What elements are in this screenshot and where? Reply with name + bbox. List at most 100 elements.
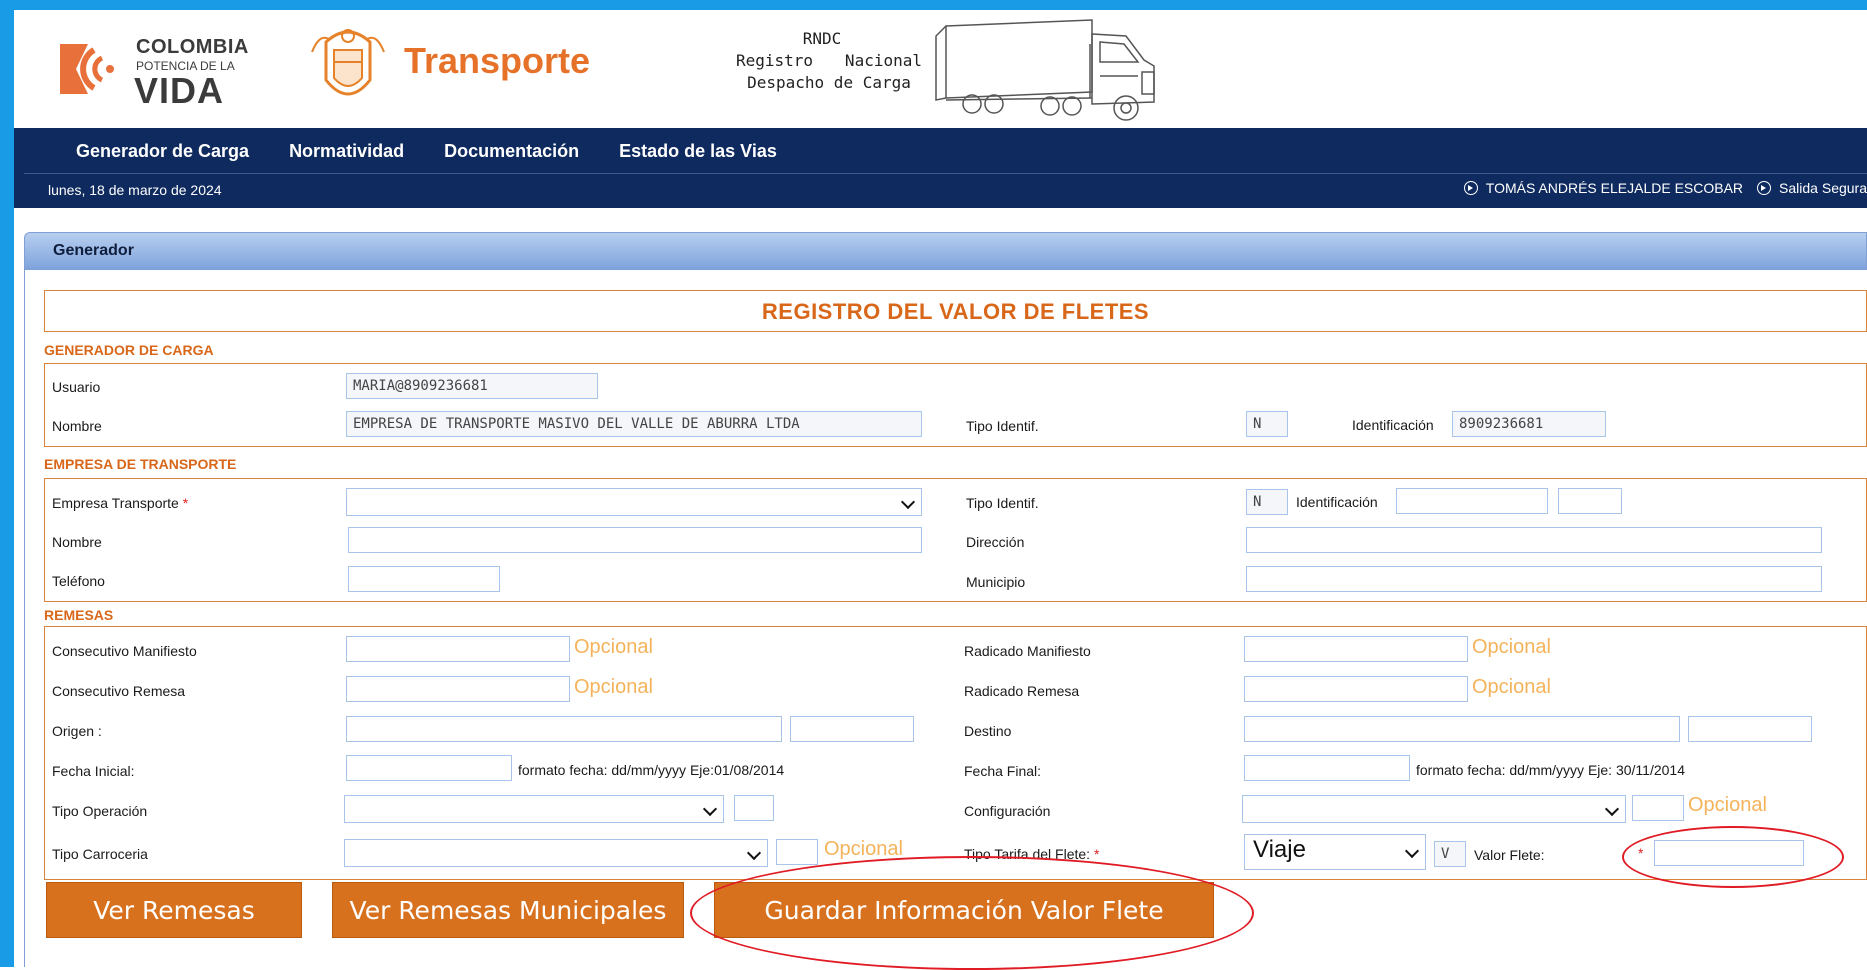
optional-hint: Opcional (1472, 636, 1551, 658)
identificacion-field[interactable]: 8909236681 (1452, 411, 1606, 437)
origen-label: Origen : (52, 723, 102, 739)
empresa-transporte-select[interactable] (346, 488, 922, 516)
destino-code-field[interactable] (1688, 716, 1812, 742)
guardar-valor-flete-button[interactable]: Guardar Información Valor Flete (714, 882, 1214, 938)
chevron-down-icon (900, 494, 916, 510)
optional-hint: Opcional (1472, 676, 1551, 698)
empresa-tipo-identif-label: Tipo Identif. (966, 495, 1039, 511)
tipo-tarifa-select[interactable]: Viaje (1244, 834, 1426, 870)
origen-code-field[interactable] (790, 716, 914, 742)
optional-hint: Opcional (824, 838, 903, 860)
nav-divider (24, 173, 1867, 174)
identificacion-label: Identificación (1352, 417, 1434, 433)
window-frame-top (0, 0, 1867, 10)
form-title: REGISTRO DEL VALOR DE FLETES (761, 299, 1150, 324)
tipo-tarifa-code[interactable]: V (1434, 841, 1466, 867)
chevron-down-icon (702, 801, 718, 817)
tipo-carroceria-label: Tipo Carroceria (52, 846, 148, 862)
colombia-logo: COLOMBIA POTENCIA DE LA VIDA (50, 30, 280, 114)
consec-manifiesto-field[interactable] (346, 636, 570, 662)
fecha-final-field[interactable] (1244, 755, 1410, 781)
section-remesas-label: REMESAS (44, 607, 114, 623)
required-mark: * (1638, 845, 1644, 861)
logo-text-vida: VIDA (134, 70, 225, 111)
window-frame-left (0, 0, 14, 967)
section-generador-label: GENERADOR DE CARGA (44, 342, 214, 358)
fecha-final-label: Fecha Final: (964, 763, 1042, 779)
optional-hint: Opcional (574, 636, 653, 658)
nav-item-generador[interactable]: Generador de Carga (76, 141, 249, 162)
tipo-operacion-label: Tipo Operación (52, 803, 148, 819)
empresa-tipo-identif-field[interactable]: N (1246, 489, 1288, 515)
usuario-field[interactable]: MARIA@8909236681 (346, 373, 598, 399)
consec-remesa-field[interactable] (346, 676, 570, 702)
nombre-label: Nombre (52, 418, 102, 434)
required-mark: * (182, 495, 189, 511)
configuracion-code[interactable] (1632, 795, 1684, 821)
valor-flete-field[interactable] (1654, 840, 1804, 866)
configuracion-select[interactable] (1242, 795, 1626, 823)
nombre-field[interactable]: EMPRESA DE TRANSPORTE MASIVO DEL VALLE D… (346, 411, 922, 437)
main-navigation: Generador de Carga Normatividad Document… (14, 128, 1867, 208)
panel-title: Generador (53, 242, 134, 259)
optional-hint: Opcional (574, 676, 653, 698)
radicado-manifiesto-field[interactable] (1244, 636, 1468, 662)
rndc-line-3: Despacho de Carga (747, 73, 911, 92)
logo-text-colombia: COLOMBIA (136, 36, 249, 58)
municipio-field[interactable] (1246, 566, 1822, 592)
tipo-identif-field[interactable]: N (1246, 411, 1288, 437)
tipo-carroceria-select[interactable] (344, 839, 768, 867)
fecha-final-hint: formato fecha: dd/mm/yyyy Eje: 30/11/201… (1416, 762, 1685, 778)
fecha-inicial-label: Fecha Inicial: (52, 763, 135, 779)
nav-menu: Generador de Carga Normatividad Document… (14, 128, 777, 174)
empresa-nombre-field[interactable] (348, 527, 922, 553)
empresa-transporte-label: Empresa Transporte * (52, 495, 188, 511)
section-remesas (44, 626, 1867, 880)
ver-remesas-button[interactable]: Ver Remesas (46, 882, 302, 938)
origen-field[interactable] (346, 716, 782, 742)
radicado-remesa-field[interactable] (1244, 676, 1468, 702)
section-empresa-label: EMPRESA DE TRANSPORTE (44, 456, 237, 472)
tipo-carroceria-code[interactable] (776, 839, 818, 865)
configuracion-label: Configuración (964, 803, 1051, 819)
direccion-field[interactable] (1246, 527, 1822, 553)
tipo-identif-label: Tipo Identif. (966, 418, 1039, 434)
arrow-circle-icon (1463, 181, 1478, 195)
panel-header: Generador (24, 232, 1867, 270)
logout-icon (1757, 181, 1772, 195)
site-header: COLOMBIA POTENCIA DE LA VIDA Transporte … (14, 10, 1867, 128)
empresa-transporte-label-text: Empresa Transporte (52, 495, 179, 511)
ver-remesas-municipales-button[interactable]: Ver Remesas Municipales (332, 882, 684, 938)
fecha-inicial-field[interactable] (346, 755, 512, 781)
truck-illustration-icon (935, 19, 1155, 121)
empresa-identificacion-field[interactable] (1396, 488, 1548, 514)
destino-label: Destino (964, 723, 1012, 739)
empresa-nombre-label: Nombre (52, 534, 102, 550)
radicado-remesa-label: Radicado Remesa (964, 683, 1080, 699)
consec-manifiesto-label: Consecutivo Manifiesto (52, 643, 197, 659)
nav-item-documentacion[interactable]: Documentación (444, 141, 579, 162)
direccion-label: Dirección (966, 534, 1025, 550)
chevron-down-icon (746, 845, 762, 861)
required-mark: * (1093, 846, 1100, 862)
telefono-field[interactable] (348, 566, 500, 592)
optional-hint: Opcional (1688, 794, 1767, 816)
rndc-title: RNDC Registro Nacional Despacho de Carga (722, 28, 922, 94)
telefono-label: Teléfono (52, 573, 105, 589)
nav-item-normatividad[interactable]: Normatividad (289, 141, 404, 162)
tipo-operacion-code[interactable] (734, 795, 774, 821)
rndc-acronym: RNDC (802, 29, 842, 48)
destino-field[interactable] (1244, 716, 1680, 742)
empresa-dv-field[interactable] (1558, 488, 1622, 514)
logout-link[interactable]: Salida Segura (1779, 180, 1867, 196)
empresa-identificacion-label: Identificación (1296, 494, 1378, 510)
fecha-inicial-hint: formato fecha: dd/mm/yyyy Eje:01/08/2014 (518, 762, 785, 778)
user-area: TOMÁS ANDRÉS ELEJALDE ESCOBAR Salida Seg… (1450, 180, 1867, 196)
nav-item-estado-vias[interactable]: Estado de las Vias (619, 141, 777, 162)
rndc-line-2: Registro Nacional (736, 51, 922, 70)
ministry-title: Transporte (404, 40, 591, 81)
user-name-link[interactable]: TOMÁS ANDRÉS ELEJALDE ESCOBAR (1486, 180, 1743, 196)
tipo-tarifa-label-text: Tipo Tarifa del Flete: (964, 846, 1091, 862)
usuario-label: Usuario (52, 379, 101, 395)
tipo-operacion-select[interactable] (344, 795, 724, 823)
